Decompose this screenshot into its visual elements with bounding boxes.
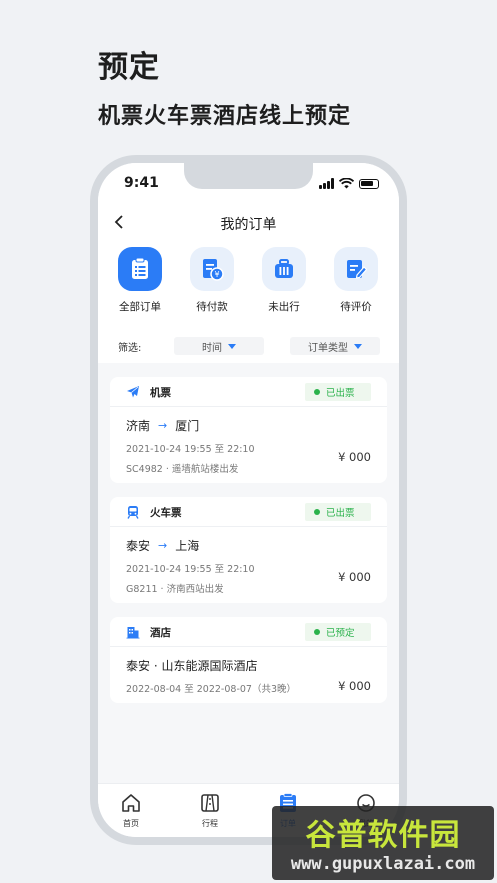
category-pending-payment[interactable]: ¥ 待付款 bbox=[182, 247, 242, 314]
status-badge: 已出票 bbox=[305, 503, 371, 521]
arrow-right-icon: → bbox=[158, 539, 168, 552]
price: ¥ 000 bbox=[338, 570, 371, 584]
price: ¥ 000 bbox=[338, 450, 371, 464]
yen-bill-icon: ¥ bbox=[190, 247, 234, 291]
card-header: 火车票 已出票 bbox=[110, 497, 387, 527]
hotel-name: 泰安 · 山东能源国际酒店 bbox=[126, 659, 258, 673]
stay-dates: 2022-08-04 至 2022-08-07（共3晚） bbox=[126, 684, 297, 695]
phone-screen: 9:41 我的订单 全部订单 ¥ 待付款 未出行 待评价 筛选: 时间 订单类型… bbox=[98, 163, 399, 837]
watermark-url: www.gupuxlazai.com bbox=[290, 854, 476, 874]
route-from: 泰安 bbox=[126, 539, 151, 553]
time-filter-dropdown[interactable]: 时间 bbox=[174, 337, 264, 355]
departure-detail: SC4982 · 遥墙航站楼出发 bbox=[126, 464, 239, 475]
watermark: 谷普软件园 www.gupuxlazai.com bbox=[272, 806, 494, 880]
phone-frame: 9:41 我的订单 全部订单 ¥ 待付款 未出行 待评价 筛选: 时间 订单类型… bbox=[90, 155, 407, 845]
price: ¥ 000 bbox=[338, 679, 371, 693]
route-from: 济南 bbox=[126, 419, 151, 433]
status-text: 已出票 bbox=[326, 388, 355, 399]
order-card-flight[interactable]: 机票 已出票 济南 → 厦门 2021-10-24 19:55 至 22:10 … bbox=[110, 377, 387, 483]
category-label: 未出行 bbox=[268, 301, 300, 313]
card-header: 酒店 已预定 bbox=[110, 617, 387, 647]
route-to: 厦门 bbox=[175, 419, 200, 433]
departure-detail: G8211 · 济南西站出发 bbox=[126, 584, 224, 595]
status-dot bbox=[314, 389, 320, 395]
wifi-icon bbox=[339, 178, 354, 189]
status-text: 已预定 bbox=[326, 628, 355, 639]
category-pending-review[interactable]: 待评价 bbox=[326, 247, 386, 314]
filter-bar: 筛选: 时间 订单类型 bbox=[98, 329, 399, 363]
signal-icon bbox=[319, 178, 334, 189]
notch bbox=[184, 163, 313, 189]
clipboard-list-icon bbox=[118, 247, 162, 291]
order-card-train[interactable]: 火车票 已出票 泰安 → 上海 2021-10-24 19:55 至 22:10… bbox=[110, 497, 387, 603]
order-type-filter-dropdown[interactable]: 订单类型 bbox=[290, 337, 380, 355]
promo-subtitle: 机票火车票酒店线上预定 bbox=[98, 104, 352, 129]
order-card-hotel[interactable]: 酒店 已预定 泰安 · 山东能源国际酒店 2022-08-04 至 2022-0… bbox=[110, 617, 387, 703]
travel-time: 2021-10-24 19:55 至 22:10 bbox=[126, 564, 255, 575]
order-type-filter-label: 订单类型 bbox=[308, 342, 348, 354]
travel-time: 2021-10-24 19:55 至 22:10 bbox=[126, 444, 255, 455]
status-badge: 已预定 bbox=[305, 623, 371, 641]
category-label: 全部订单 bbox=[119, 301, 161, 313]
train-icon bbox=[127, 506, 139, 519]
card-type-label: 机票 bbox=[150, 387, 171, 399]
card-type-label: 火车票 bbox=[150, 507, 182, 519]
airplane-icon bbox=[127, 386, 139, 398]
hotel-building-icon bbox=[126, 627, 140, 639]
route-to: 上海 bbox=[175, 539, 200, 553]
svg-text:¥: ¥ bbox=[214, 270, 219, 279]
status-badge: 已出票 bbox=[305, 383, 371, 401]
status-dot bbox=[314, 509, 320, 515]
tab-label: 行程 bbox=[202, 819, 218, 828]
card-header: 机票 已出票 bbox=[110, 377, 387, 407]
header: 我的订单 bbox=[98, 207, 399, 239]
road-icon bbox=[201, 794, 219, 812]
filter-label: 筛选: bbox=[118, 343, 142, 354]
edit-note-icon bbox=[334, 247, 378, 291]
caret-down-icon bbox=[354, 343, 362, 349]
luggage-icon bbox=[262, 247, 306, 291]
battery-icon bbox=[359, 178, 379, 189]
category-label: 待评价 bbox=[340, 301, 372, 313]
home-icon bbox=[122, 794, 140, 812]
route: 济南 → 厦门 bbox=[126, 417, 199, 434]
page-title: 我的订单 bbox=[220, 217, 277, 233]
category-all-orders[interactable]: 全部订单 bbox=[110, 247, 170, 314]
order-categories: 全部订单 ¥ 待付款 未出行 待评价 bbox=[98, 239, 399, 329]
status-time: 9:41 bbox=[124, 175, 159, 191]
time-filter-label: 时间 bbox=[202, 342, 222, 354]
status-icons bbox=[319, 178, 379, 189]
caret-down-icon bbox=[228, 343, 236, 349]
tab-itinerary[interactable]: 行程 bbox=[185, 792, 235, 829]
category-not-traveled[interactable]: 未出行 bbox=[254, 247, 314, 314]
status-dot bbox=[314, 629, 320, 635]
promo-title: 预定 bbox=[98, 50, 160, 85]
route: 泰安 → 上海 bbox=[126, 537, 199, 554]
tab-home[interactable]: 首页 bbox=[106, 792, 156, 829]
watermark-name: 谷普软件园 bbox=[305, 818, 461, 853]
tab-label: 首页 bbox=[123, 819, 139, 828]
card-type-label: 酒店 bbox=[150, 627, 171, 639]
category-label: 待付款 bbox=[196, 301, 228, 313]
status-text: 已出票 bbox=[326, 508, 355, 519]
arrow-right-icon: → bbox=[158, 419, 168, 432]
